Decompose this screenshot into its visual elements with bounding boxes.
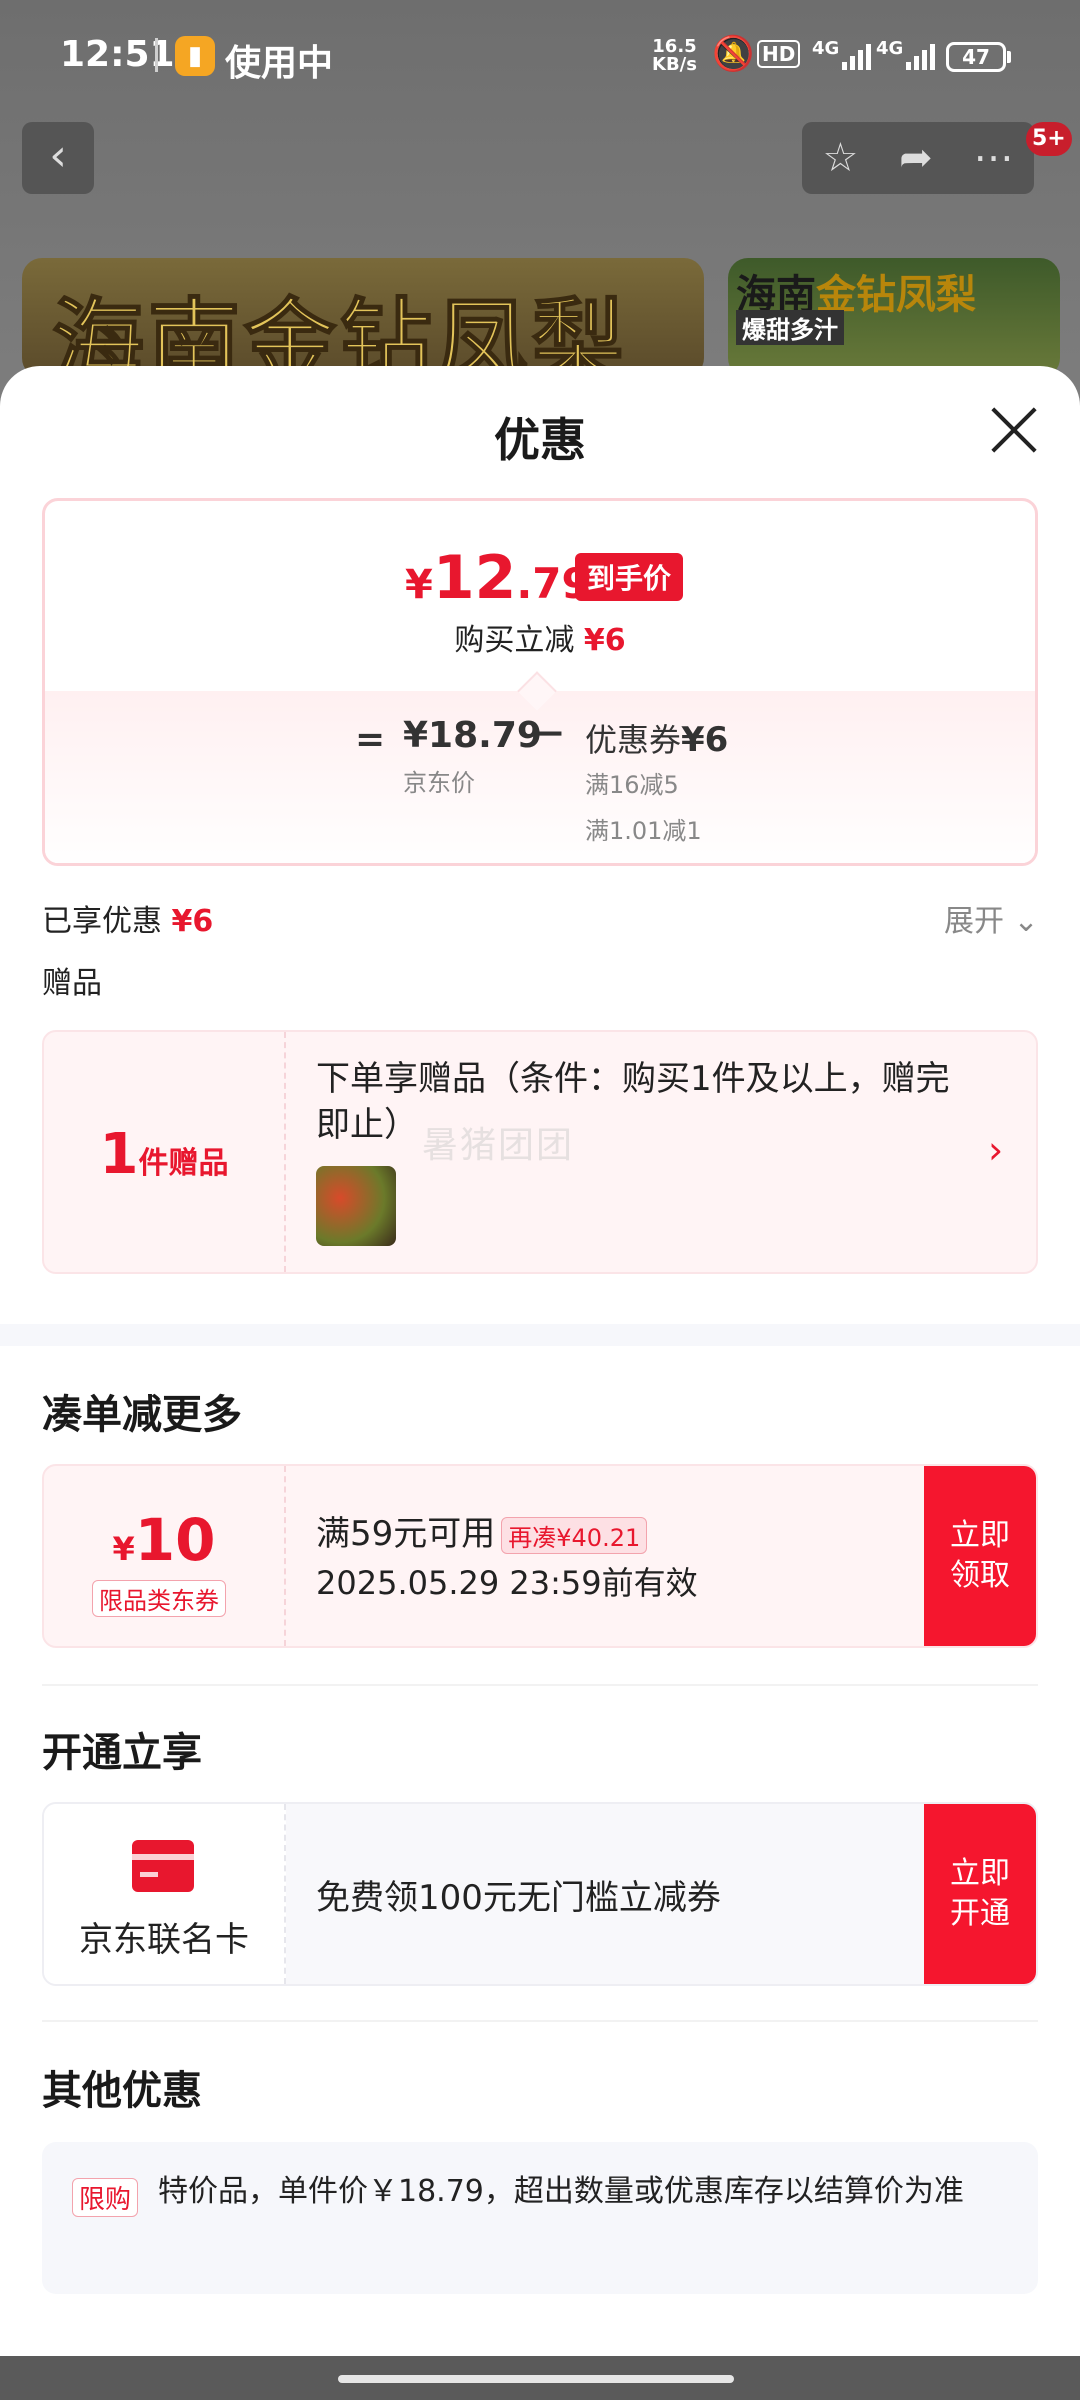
jd-price: ¥18.79	[403, 715, 542, 756]
coupon-expiry: 2025.05.29 23:59前有效	[316, 1564, 698, 1602]
final-price-currency: ¥	[405, 562, 433, 608]
cobrand-card-offer: 京东联名卡 免费领100元无门槛立减券 立即开通	[42, 1802, 1038, 1986]
claim-button-line1: 立即	[950, 1518, 1010, 1553]
section-divider	[0, 1324, 1080, 1346]
net-speed: 16.5 KB/s	[652, 38, 697, 74]
coupon-condition: 满16减5	[585, 771, 679, 799]
star-icon[interactable]: ☆	[822, 135, 858, 181]
divider	[42, 1684, 1038, 1686]
network-type-2: 4G	[876, 38, 904, 59]
sheet-title: 优惠	[494, 413, 586, 467]
other-offer-text: 特价品，单件价￥18.79，超出数量或优惠库存以结算价为准	[158, 2174, 964, 2209]
flashlight-icon: ▮	[175, 36, 215, 76]
credit-card-icon	[132, 1840, 194, 1892]
reduce-value: ¥6	[583, 623, 626, 658]
coupon-label: 优惠券	[585, 721, 682, 759]
product-banner-secondary[interactable]: 海南金钻凤梨 爆甜多汁	[728, 258, 1060, 378]
open-button-line1: 立即	[950, 1856, 1010, 1891]
chevron-left-icon: ‹	[49, 130, 67, 181]
other-section-title: 其他优惠	[42, 2068, 202, 2114]
open-card-button[interactable]: 立即 开通	[924, 1804, 1036, 1984]
limit-badge: 限购	[72, 2178, 139, 2217]
watermark: 暑猪团团	[422, 1125, 575, 1166]
gift-count-number: 1	[99, 1122, 139, 1187]
claim-button-line2: 领取	[950, 1558, 1010, 1593]
banner-title: 海南金钻凤梨	[51, 288, 629, 378]
share-icon[interactable]: ➦	[899, 135, 933, 181]
reduce-label: 购买立减	[454, 623, 575, 658]
coupon-type-badge: 限品类东券	[92, 1580, 226, 1617]
network-type-1: 4G	[812, 38, 840, 59]
chevron-down-icon: ⌄	[1013, 904, 1039, 939]
reduce-line: 购买立减 ¥6	[45, 615, 1035, 659]
coupon-condition-text: 满59元可用	[316, 1514, 496, 1554]
enjoyed-value: ¥6	[171, 904, 214, 939]
final-price-tag: 到手价	[575, 553, 684, 601]
nav-actions: ☆ ➦ ⋯	[802, 122, 1034, 194]
minus-sign: −	[535, 713, 566, 754]
battery-icon: 47	[946, 42, 1006, 72]
enjoyed-label: 已享优惠	[42, 904, 162, 939]
final-price: ¥12.79	[405, 543, 591, 613]
net-speed-unit: KB/s	[652, 54, 697, 75]
open-button-line2: 开通	[950, 1896, 1010, 1931]
status-app-label: 使用中	[225, 43, 334, 84]
gift-count-unit: 件赠品	[138, 1146, 229, 1181]
bundle-coupon-card: ¥10 限品类东券 满59元可用 再凑¥40.21 2025.05.29 23:5…	[42, 1464, 1038, 1648]
gift-section-title: 赠品	[42, 966, 102, 1001]
jd-price-label: 京东价	[403, 769, 475, 797]
coupon-gap-tag: 再凑¥40.21	[501, 1517, 648, 1554]
battery-tip	[1007, 51, 1011, 63]
close-icon[interactable]	[988, 404, 1040, 456]
expand-toggle[interactable]: 展开 ⌄	[944, 896, 1039, 940]
claim-coupon-button[interactable]: 立即 领取	[924, 1466, 1036, 1646]
expand-label: 展开	[944, 904, 1004, 939]
product-banner-main[interactable]: 海南金钻凤梨	[22, 258, 704, 378]
coupon-condition: 满1.01减1	[585, 817, 702, 845]
more-icon[interactable]: ⋯	[974, 135, 1014, 181]
signal-icon	[842, 42, 871, 70]
message-badge: 5+	[1026, 122, 1072, 156]
cobrand-card-name: 京东联名卡	[79, 1920, 249, 1960]
coupon-amount-area: ¥10 限品类东券	[44, 1466, 286, 1646]
cobrand-card-description: 免费领100元无门槛立减券	[316, 1878, 721, 1918]
gift-description: 下单享赠品（条件：购买1件及以上，赠完即止）	[316, 1059, 950, 1145]
signal-icon	[906, 42, 935, 70]
hd-indicator: HD	[757, 40, 801, 68]
status-bar: 12:51 ▮ 使用中 16.5 KB/s 🔕 HD 4G 4G 47	[0, 0, 1080, 112]
equals-sign: =	[355, 719, 386, 760]
coupon-condition-line: 满59元可用 再凑¥40.21	[316, 1506, 648, 1555]
coupon-value: ¥6	[681, 720, 729, 760]
mute-bell-icon: 🔕	[712, 34, 755, 74]
coupon-amount-currency: ¥	[112, 1530, 135, 1568]
open-section-title: 开通立享	[42, 1730, 202, 1776]
coupon-amount-value: 10	[134, 1506, 216, 1574]
status-separator	[155, 38, 158, 72]
home-indicator[interactable]	[338, 2375, 734, 2383]
other-offer: 限购 特价品，单件价￥18.79，超出数量或优惠库存以结算价为准	[42, 2142, 1038, 2294]
enjoyed-discount: 已享优惠 ¥6	[42, 896, 213, 940]
back-button[interactable]: ‹	[22, 122, 94, 194]
banner-secondary-subtitle: 爆甜多汁	[736, 310, 844, 345]
gift-count: 1件赠品	[44, 1032, 286, 1272]
cobrand-card-area: 京东联名卡	[44, 1804, 286, 1984]
bundle-section-title: 凑单减更多	[42, 1392, 242, 1438]
discount-sheet: 优惠 ¥12.79 到手价 购买立减 ¥6 = ¥18.79 京东价 − 优惠券…	[0, 366, 1080, 2356]
final-price-integer: 12	[432, 543, 517, 613]
gift-thumbnail[interactable]	[316, 1166, 396, 1246]
coupon-amount: ¥10	[44, 1506, 284, 1574]
divider	[42, 2020, 1038, 2022]
chevron-right-icon[interactable]: ›	[988, 1128, 1003, 1172]
price-breakdown-card: ¥12.79 到手价 购买立减 ¥6 = ¥18.79 京东价 − 优惠券¥6 …	[42, 498, 1038, 866]
coupon-deduction: 优惠券¥6	[585, 715, 728, 761]
